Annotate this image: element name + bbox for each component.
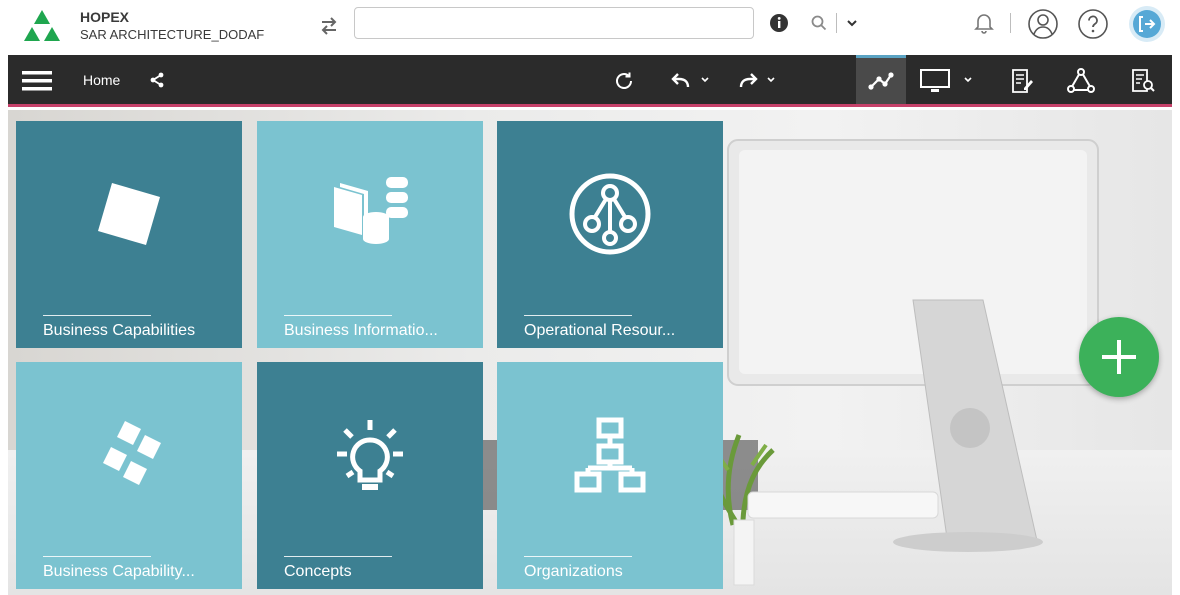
share-icon[interactable] <box>148 71 166 89</box>
info-icon[interactable] <box>768 12 790 34</box>
nav-bar: Home <box>8 55 1172 107</box>
undo-icon[interactable] <box>670 69 710 93</box>
desktop-icon[interactable] <box>918 67 978 95</box>
cubes-icon <box>103 420 161 485</box>
object-icon[interactable] <box>1066 67 1096 95</box>
home-desktop: Business Capabilities Business Informati… <box>8 110 1172 595</box>
search-icon[interactable] <box>808 12 830 34</box>
menu-icon[interactable] <box>22 69 52 93</box>
tile-business-capability-maps[interactable]: Business Capability... <box>16 362 242 589</box>
tile-operational-resources[interactable]: Operational Resour... <box>497 121 723 348</box>
logout-icon[interactable] <box>1128 5 1166 43</box>
chevron-down-icon[interactable] <box>843 13 861 33</box>
org-chart-icon <box>574 417 646 492</box>
tile-label: Operational Resour... <box>524 322 676 339</box>
brand: HOPEX SAR ARCHITECTURE_DODAF <box>80 8 264 44</box>
app-name: HOPEX <box>80 9 130 25</box>
tile-label: Business Capabilities <box>43 322 196 339</box>
hopex-logo-icon <box>24 10 60 41</box>
tile-organizations[interactable]: Organizations <box>497 362 723 589</box>
plus-icon <box>1102 340 1136 374</box>
tile-business-information[interactable]: Business Informatio... <box>257 121 483 348</box>
data-icon <box>334 176 408 244</box>
top-header: HOPEX SAR ARCHITECTURE_DODAF <box>0 0 1180 55</box>
lightbulb-icon <box>337 419 403 490</box>
search-input[interactable] <box>354 7 754 39</box>
workspace-name: SAR ARCHITECTURE_DODAF <box>80 27 265 42</box>
tile-label: Business Informatio... <box>284 322 438 339</box>
diagram-icon[interactable] <box>865 69 897 93</box>
tile-concepts[interactable]: Concepts <box>257 362 483 589</box>
tile-business-capabilities[interactable]: Business Capabilities <box>16 121 242 348</box>
tile-label: Concepts <box>284 563 352 580</box>
bell-icon[interactable] <box>972 11 996 35</box>
user-icon[interactable] <box>1026 7 1060 41</box>
refresh-icon[interactable] <box>612 69 636 93</box>
tile-label: Business Capability... <box>43 563 195 580</box>
report-search-icon[interactable] <box>1128 67 1158 95</box>
add-tile-button[interactable] <box>1079 317 1159 397</box>
cube-icon <box>98 182 160 245</box>
home-link[interactable]: Home <box>83 72 120 88</box>
network-icon <box>569 173 651 254</box>
redo-icon[interactable] <box>738 69 778 93</box>
report-icon[interactable] <box>1008 67 1036 95</box>
swap-icon[interactable] <box>317 14 341 38</box>
tile-label: Organizations <box>524 563 623 580</box>
help-icon[interactable] <box>1076 7 1110 41</box>
